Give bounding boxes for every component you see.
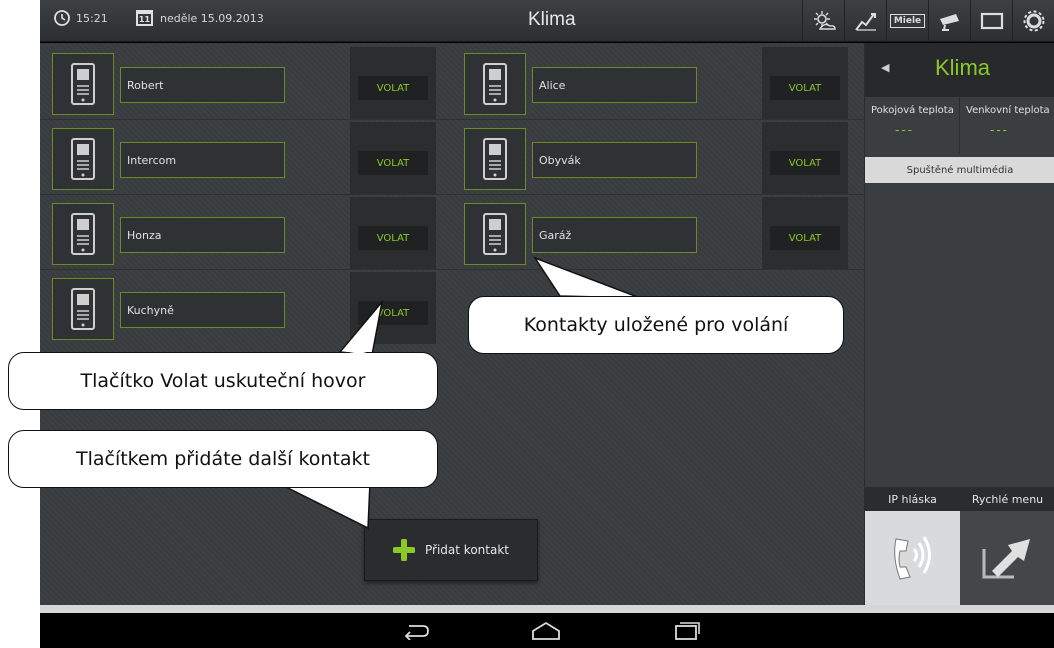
callout-call-button: Tlačítko Volat uskuteční hovor	[8, 352, 438, 410]
callout-contacts: Kontakty uložené pro volání	[468, 296, 844, 354]
callout-add-button: Tlačítkem přidáte další kontakt	[8, 430, 438, 488]
